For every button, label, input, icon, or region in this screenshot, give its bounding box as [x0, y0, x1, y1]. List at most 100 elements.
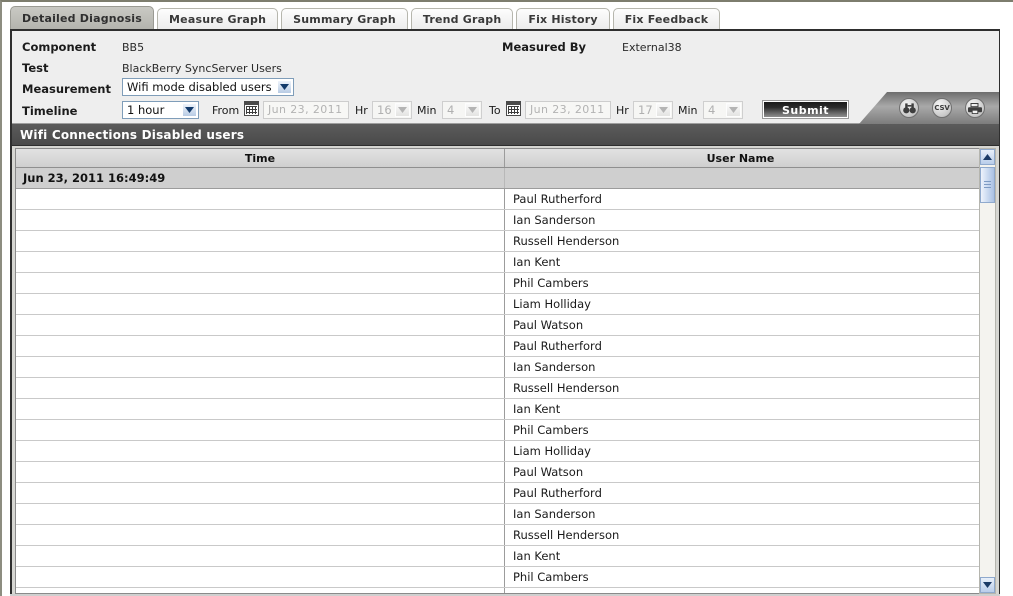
cell-time — [16, 315, 505, 335]
criteria-panel: Component BB5 Test BlackBerry SyncServer… — [12, 31, 999, 124]
measured-by-label: Measured By — [502, 40, 587, 54]
from-min-label: Min — [417, 104, 437, 117]
to-hr-select[interactable]: 17 — [633, 101, 673, 119]
chevron-down-icon[interactable] — [395, 103, 410, 117]
to-label: To — [489, 104, 501, 117]
detailed-diagnosis-page: Detailed Diagnosis Measure Graph Summary… — [0, 0, 1013, 596]
cell-user-name: Russell Henderson — [513, 234, 620, 248]
tab-detailed-diagnosis[interactable]: Detailed Diagnosis — [10, 6, 155, 29]
cell-time — [16, 378, 505, 398]
chevron-down-icon[interactable] — [465, 103, 480, 117]
table-row[interactable]: Paul Rutherford — [16, 336, 995, 357]
cell-time — [16, 231, 505, 251]
table-row[interactable]: Liam Holliday — [16, 441, 995, 462]
csv-export-icon[interactable]: CSV — [932, 98, 952, 118]
table-row[interactable]: Russell Henderson — [16, 378, 995, 399]
cell-user-name: Paul Rutherford — [513, 339, 602, 353]
cell-user-name: Russell Henderson — [513, 381, 620, 395]
from-date-input[interactable]: Jun 23, 2011 — [263, 101, 349, 119]
table-body: Paul Rutherford Ian Sanderson Russell Hend… — [16, 189, 995, 593]
action-icon-tray: CSV — [859, 92, 999, 124]
cell-time — [16, 420, 505, 440]
from-label: From — [212, 104, 240, 117]
cell-time — [16, 546, 505, 566]
table-row[interactable]: Ian Sanderson — [16, 357, 995, 378]
cell-user-name: Paul Watson — [513, 318, 584, 332]
table-row[interactable]: Phil Cambers — [16, 567, 995, 588]
tab-trend-graph[interactable]: Trend Graph — [410, 8, 514, 29]
test-label: Test — [22, 61, 49, 75]
vertical-scrollbar[interactable] — [979, 148, 996, 594]
to-calendar-icon[interactable] — [506, 101, 521, 116]
cell-user-name: Ian Sanderson — [513, 213, 596, 227]
to-min-select[interactable]: 4 — [703, 101, 743, 119]
from-min-select[interactable]: 4 — [442, 101, 482, 119]
cell-user-name: Ian Sanderson — [513, 507, 596, 521]
measured-by-value: External38 — [622, 41, 682, 54]
cell-user-name: Paul Rutherford — [513, 486, 602, 500]
printer-icon[interactable] — [965, 98, 985, 118]
scroll-up-button[interactable] — [980, 149, 995, 165]
timeline-select[interactable]: 1 hour — [122, 101, 199, 119]
cell-user-name: Russell Henderson — [513, 528, 620, 542]
table-row[interactable]: Paul Watson — [16, 462, 995, 483]
to-hr-value: 17 — [638, 103, 653, 117]
table-row[interactable]: Paul Watson — [16, 315, 995, 336]
column-header-time[interactable]: Time — [16, 149, 505, 167]
cell-user-name: Paul Rutherford — [513, 192, 602, 206]
cell-time — [16, 567, 505, 587]
cell-user-name: Ian Kent — [513, 402, 561, 416]
measurement-select-value: Wifi mode disabled users — [127, 80, 272, 94]
from-calendar-icon[interactable] — [244, 101, 259, 116]
cell-user-name: Liam Holliday — [513, 297, 591, 311]
table-row[interactable]: Paul Rutherford — [16, 189, 995, 210]
cell-user-name: Ian Kent — [513, 255, 561, 269]
table-row[interactable]: Phil Cambers — [16, 273, 995, 294]
column-header-user-name[interactable]: User Name — [505, 149, 976, 167]
table-row[interactable]: Phil Cambers — [16, 420, 995, 441]
test-value: BlackBerry SyncServer Users — [122, 62, 282, 75]
cell-user-name: Ian Kent — [513, 549, 561, 563]
cell-time — [16, 525, 505, 545]
binoculars-icon[interactable] — [899, 98, 919, 118]
cell-time — [16, 336, 505, 356]
chevron-down-icon[interactable] — [182, 103, 197, 117]
cell-user-name: Paul Watson — [513, 465, 584, 479]
cell-user-name: Phil Cambers — [513, 423, 589, 437]
group-timestamp: Jun 23, 2011 16:49:49 — [16, 168, 505, 188]
table-row[interactable]: Ian Sanderson — [16, 504, 995, 525]
from-min-value: 4 — [447, 103, 455, 117]
table-row[interactable]: Ian Sanderson — [16, 210, 995, 231]
table-row[interactable]: Ian Kent — [16, 252, 995, 273]
table-row[interactable]: Liam Holliday — [16, 294, 995, 315]
cell-time — [16, 357, 505, 377]
cell-user-name: Phil Cambers — [513, 570, 589, 584]
scrollbar-thumb[interactable] — [980, 167, 995, 203]
cell-time — [16, 441, 505, 461]
to-date-input[interactable]: Jun 23, 2011 — [525, 101, 611, 119]
cell-user-name: Ian Sanderson — [513, 360, 596, 374]
table-row[interactable]: Russell Henderson — [16, 231, 995, 252]
chevron-down-icon[interactable] — [656, 103, 671, 117]
content-frame: Component BB5 Test BlackBerry SyncServer… — [10, 29, 1000, 594]
table-row[interactable]: Russell Henderson — [16, 525, 995, 546]
cell-user-name: Phil Cambers — [513, 276, 589, 290]
tab-fix-feedback[interactable]: Fix Feedback — [612, 8, 721, 29]
table-row[interactable]: Ian Kent — [16, 399, 995, 420]
cell-time — [16, 210, 505, 230]
timeline-label: Timeline — [22, 104, 78, 118]
chevron-down-icon[interactable] — [277, 80, 292, 94]
measurement-select[interactable]: Wifi mode disabled users — [122, 78, 294, 96]
submit-button[interactable]: Submit — [762, 100, 849, 119]
timeline-select-value: 1 hour — [127, 103, 165, 117]
from-hr-select[interactable]: 16 — [372, 101, 412, 119]
table-row[interactable]: Ian Kent — [16, 546, 995, 567]
tab-summary-graph[interactable]: Summary Graph — [281, 8, 408, 29]
chevron-down-icon[interactable] — [726, 103, 741, 117]
tab-measure-graph[interactable]: Measure Graph — [157, 8, 279, 29]
table-row[interactable]: Paul Rutherford — [16, 483, 995, 504]
scroll-down-button[interactable] — [980, 577, 995, 593]
tab-fix-history[interactable]: Fix History — [516, 8, 610, 29]
to-min-label: Min — [678, 104, 698, 117]
cell-time — [16, 273, 505, 293]
